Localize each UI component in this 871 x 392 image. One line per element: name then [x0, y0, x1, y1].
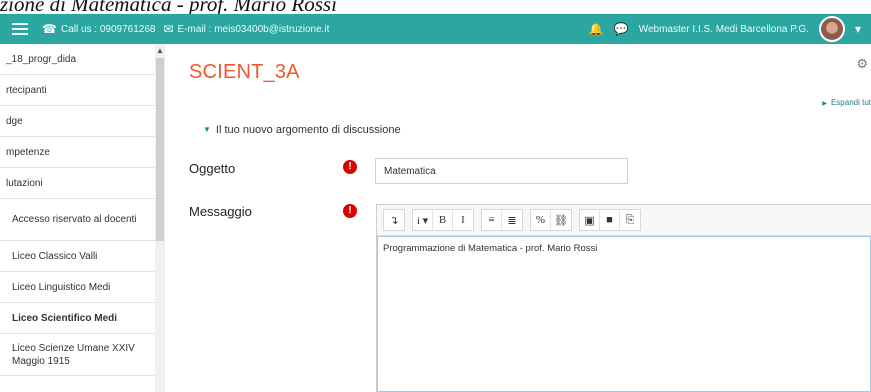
ordered-list-button[interactable]: ≣	[502, 210, 522, 230]
expand-toolbar-button[interactable]: ↴	[384, 210, 404, 230]
sidebar-item-competenze[interactable]: mpetenze	[0, 137, 155, 168]
toolbar-group-links: % ⛓	[530, 209, 572, 231]
expand-all-link[interactable]: Espandi tut	[822, 98, 871, 107]
chevron-down-icon[interactable]: ▾	[855, 23, 861, 35]
message-editor[interactable]: ↴ i ▾ B I ≡ ≣ % ⛓ ▣ ■ ⎘ Programmazione d…	[376, 204, 871, 392]
subject-field[interactable]: Matematica	[375, 158, 628, 184]
sidebar-item-label: Liceo Linguistico Medi	[12, 281, 111, 293]
sidebar-item-accesso-riservato[interactable]: Accesso riservato al docenti	[0, 199, 155, 241]
required-icon: !	[343, 160, 357, 174]
sidebar-scrollbar[interactable]: ▲	[155, 44, 165, 392]
toolbar-group-lists: ≡ ≣	[481, 209, 523, 231]
gear-icon[interactable]: ⚙	[856, 56, 868, 72]
sidebar-item-label: dge	[6, 115, 23, 127]
editor-toolbar: ↴ i ▾ B I ≡ ≣ % ⛓ ▣ ■ ⎘	[377, 205, 871, 236]
phone-text: Call us : 0909761268	[60, 23, 156, 35]
user-avatar[interactable]	[818, 16, 845, 42]
triangle-down-icon: ▼	[203, 125, 211, 134]
message-textarea[interactable]: Programmazione di Matematica - prof. Mar…	[377, 236, 871, 392]
phone-contact: ☎ Call us : 0909761268	[42, 23, 155, 35]
unlink-button[interactable]: ⛓	[551, 210, 571, 230]
media-button[interactable]: ■	[600, 210, 620, 230]
email-text: E-mail : meis03400b@istruzione.it	[177, 23, 330, 35]
email-contact: ✉ E-mail : meis03400b@istruzione.it	[163, 23, 329, 35]
sidebar-item-label: Liceo Scienze Umane XXIV Maggio 1915	[12, 342, 135, 367]
course-sidebar: _18_progr_dida rtecipanti dge mpetenze l…	[0, 44, 156, 392]
sidebar-item-liceo-classico[interactable]: Liceo Classico Valli	[0, 241, 155, 272]
mail-icon: ✉	[163, 22, 174, 36]
italic-button[interactable]: I	[453, 210, 473, 230]
required-icon: !	[343, 204, 357, 218]
scrollbar-thumb[interactable]	[156, 58, 164, 241]
sidebar-item-valutazioni[interactable]: lutazioni	[0, 168, 155, 199]
sidebar-item-label: Liceo Scientifico Medi	[12, 312, 118, 324]
copy-button[interactable]: ⎘	[620, 210, 640, 230]
message-label: Messaggio	[189, 204, 252, 219]
sidebar-item-label: mpetenze	[6, 146, 50, 158]
image-button[interactable]: ▣	[580, 210, 600, 230]
main-content: SCIENT_3A ⚙ Espandi tut ▼ Il tuo nuovo ar…	[165, 44, 871, 392]
user-name[interactable]: Webmaster I.I.S. Medi Barcellona P.G.	[639, 24, 809, 35]
sidebar-item-partecipanti[interactable]: rtecipanti	[0, 75, 155, 106]
user-tools: 🔔 💬 Webmaster I.I.S. Medi Barcellona P.G…	[589, 16, 871, 42]
section-title: Il tuo nuovo argomento di discussione	[215, 124, 401, 136]
sidebar-item-label: lutazioni	[6, 177, 43, 189]
page-caption: zione di Matematica - prof. Mario Rossi	[0, 0, 337, 14]
discussion-section-toggle[interactable]: ▼ Il tuo nuovo argomento di discussione	[203, 124, 401, 136]
unordered-list-button[interactable]: ≡	[482, 210, 502, 230]
top-navigation-bar: ☎ Call us : 0909761268 ✉ E-mail : meis03…	[0, 14, 871, 44]
menu-icon[interactable]	[12, 20, 28, 38]
notification-bell-icon[interactable]: 🔔	[589, 23, 604, 35]
sidebar-item-programmazione[interactable]: _18_progr_dida	[0, 44, 155, 75]
link-button[interactable]: %	[531, 210, 551, 230]
sidebar-item-liceo-scienze-umane[interactable]: Liceo Scienze Umane XXIV Maggio 1915	[0, 334, 155, 376]
toolbar-group-media: ▣ ■ ⎘	[579, 209, 641, 231]
bold-button[interactable]: B	[433, 210, 453, 230]
toolbar-group-format: i ▾ B I	[412, 209, 474, 231]
sidebar-item-liceo-scientifico[interactable]: Liceo Scientifico Medi	[0, 303, 155, 334]
sidebar-item-label: Accesso riservato al docenti	[12, 214, 137, 225]
subject-label: Oggetto	[189, 161, 236, 176]
phone-icon: ☎	[42, 22, 57, 36]
sidebar-item-label: Liceo Classico Valli	[12, 250, 98, 262]
sidebar-item-label: rtecipanti	[6, 84, 47, 96]
paragraph-style-button[interactable]: i ▾	[413, 210, 433, 230]
scroll-up-icon[interactable]: ▲	[156, 46, 164, 55]
page-title: SCIENT_3A	[189, 61, 300, 83]
sidebar-item-badge[interactable]: dge	[0, 106, 155, 137]
sidebar-item-liceo-linguistico[interactable]: Liceo Linguistico Medi	[0, 272, 155, 303]
toolbar-group-expand: ↴	[383, 209, 405, 231]
sidebar-item-label: _18_progr_dida	[6, 53, 77, 65]
message-icon[interactable]: 💬	[614, 23, 629, 35]
